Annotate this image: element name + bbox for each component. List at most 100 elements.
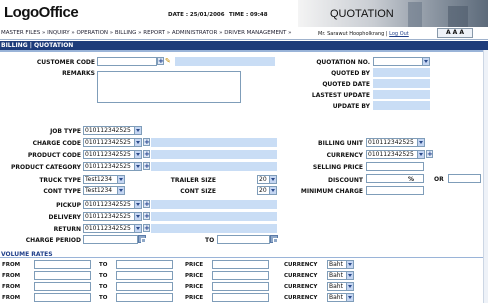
chevron-down-icon[interactable]	[422, 58, 429, 65]
volume-currency-select[interactable]: Baht	[327, 282, 354, 291]
chevron-down-icon[interactable]	[346, 283, 353, 290]
product-category-select[interactable]: 010112342525	[83, 162, 142, 171]
menu-operation[interactable]: OPERATION	[77, 30, 108, 36]
volume-from-input[interactable]	[34, 260, 91, 269]
remarks-textarea[interactable]	[97, 71, 241, 103]
discount-input[interactable]	[366, 174, 424, 183]
volume-currency-value: Baht	[329, 283, 343, 290]
job-type-label: JOB TYPE	[50, 128, 81, 135]
menu-report[interactable]: REPORT	[143, 30, 165, 36]
volume-to-label: TO	[99, 262, 108, 268]
trailer-size-value: 20	[259, 176, 267, 183]
chevron-down-icon[interactable]	[346, 261, 353, 268]
charge-code-select[interactable]: 010112342525	[83, 138, 142, 147]
chevron-down-icon[interactable]	[417, 139, 424, 146]
delivery-select[interactable]: 010112342525	[83, 212, 142, 221]
return-select[interactable]: 010112342525	[83, 224, 142, 233]
currency-select[interactable]: 010112342525	[366, 150, 425, 159]
volume-to-input[interactable]	[116, 260, 173, 269]
volume-price-label: PRICE	[185, 295, 204, 301]
header-bar: LogoOffice DATE : 25/01/2006 TIME : 09:4…	[0, 0, 488, 27]
cont-type-value: Test1234	[85, 187, 113, 194]
product-code-add-button[interactable]: +	[143, 150, 150, 158]
volume-to-input[interactable]	[116, 271, 173, 280]
chevron-down-icon[interactable]	[269, 187, 276, 194]
customer-code-label: CUSTOMER CODE	[36, 59, 95, 66]
chevron-down-icon[interactable]	[134, 127, 141, 134]
customer-code-add-button[interactable]: +	[157, 57, 164, 65]
volume-price-input[interactable]	[212, 293, 269, 302]
volume-from-label: FROM	[2, 284, 21, 290]
product-code-select[interactable]: 010112342525	[83, 150, 142, 159]
truck-type-select[interactable]: Test1234	[83, 175, 125, 184]
discount-amount-input[interactable]	[448, 174, 481, 183]
truck-type-value: Test1234	[85, 176, 113, 183]
volume-from-input[interactable]	[34, 271, 91, 280]
charge-period-from-calendar-icon[interactable]	[138, 235, 146, 243]
billing-unit-select[interactable]: 010112342525	[366, 138, 425, 147]
minimum-charge-input[interactable]	[366, 186, 424, 195]
volume-price-input[interactable]	[212, 260, 269, 269]
volume-price-input[interactable]	[212, 282, 269, 291]
volume-to-label: TO	[99, 273, 108, 279]
volume-to-input[interactable]	[116, 293, 173, 302]
menu-administrator[interactable]: ADMINISTRATOR	[172, 30, 217, 36]
charge-period-to-label: TO	[205, 237, 215, 244]
volume-currency-select[interactable]: Baht	[327, 271, 354, 280]
delivery-add-button[interactable]: +	[143, 212, 150, 220]
volume-to-input[interactable]	[116, 282, 173, 291]
volume-from-input[interactable]	[34, 282, 91, 291]
header-banner: QUOTATION	[298, 0, 488, 27]
menu-inquiry[interactable]: INQUIRY	[47, 30, 70, 36]
chevron-down-icon[interactable]	[134, 213, 141, 220]
charge-period-to-input[interactable]	[217, 235, 270, 244]
return-add-button[interactable]: +	[143, 224, 150, 232]
volume-price-label: PRICE	[185, 262, 204, 268]
currency-add-button[interactable]: +	[426, 150, 433, 158]
chevron-down-icon[interactable]	[134, 201, 141, 208]
chevron-down-icon[interactable]	[134, 225, 141, 232]
selling-price-label: SELLING PRICE	[312, 164, 363, 171]
volume-from-input[interactable]	[34, 293, 91, 302]
charge-period-from-input[interactable]	[83, 235, 138, 244]
chevron-down-icon[interactable]	[346, 272, 353, 279]
selling-price-input[interactable]	[366, 162, 424, 171]
chevron-down-icon[interactable]	[346, 294, 353, 301]
pickup-add-button[interactable]: +	[143, 200, 150, 208]
menu-sep: »	[41, 30, 46, 36]
chevron-down-icon[interactable]	[417, 151, 424, 158]
volume-currency-select[interactable]: Baht	[327, 293, 354, 302]
customer-search-icon[interactable]: ✎	[165, 57, 174, 65]
customer-code-input[interactable]	[97, 57, 157, 66]
menu-driver-management[interactable]: DRIVER MANAGEMENT	[224, 30, 286, 36]
quotation-no-select[interactable]	[373, 57, 430, 66]
chevron-down-icon[interactable]	[117, 187, 124, 194]
pickup-select[interactable]: 010112342525	[83, 200, 142, 209]
menu-billing[interactable]: BILLING	[115, 30, 137, 36]
product-category-add-button[interactable]: +	[143, 162, 150, 170]
font-size-toggle[interactable]: A A A	[437, 28, 473, 38]
cont-type-label: CONT TYPE	[43, 188, 81, 195]
job-type-select[interactable]: 010112342525	[83, 126, 142, 135]
breadcrumb: BILLING | QUOTATION	[0, 41, 488, 50]
trailer-size-select[interactable]: 20	[257, 175, 277, 184]
chevron-down-icon[interactable]	[269, 176, 276, 183]
logout-link[interactable]: Log Out	[389, 31, 409, 37]
quotation-no-label: QUOTATION NO.	[316, 59, 370, 66]
pickup-label: PICKUP	[56, 202, 81, 209]
chevron-down-icon[interactable]	[134, 139, 141, 146]
volume-price-input[interactable]	[212, 271, 269, 280]
charge-period-to-calendar-icon[interactable]	[270, 235, 278, 243]
cont-size-select[interactable]: 20	[257, 186, 277, 195]
chevron-down-icon[interactable]	[134, 163, 141, 170]
cont-type-select[interactable]: Test1234	[83, 186, 125, 195]
charge-code-add-button[interactable]: +	[143, 138, 150, 146]
chevron-down-icon[interactable]	[117, 176, 124, 183]
charge-code-desc	[151, 138, 277, 147]
chevron-down-icon[interactable]	[134, 151, 141, 158]
menu-master-files[interactable]: MASTER FILES	[1, 30, 40, 36]
charge-period-label: CHARGE PERIOD	[25, 237, 81, 244]
scrollbar[interactable]	[483, 50, 488, 303]
volume-currency-select[interactable]: Baht	[327, 260, 354, 269]
volume-currency-label: CURRENCY	[284, 273, 318, 279]
